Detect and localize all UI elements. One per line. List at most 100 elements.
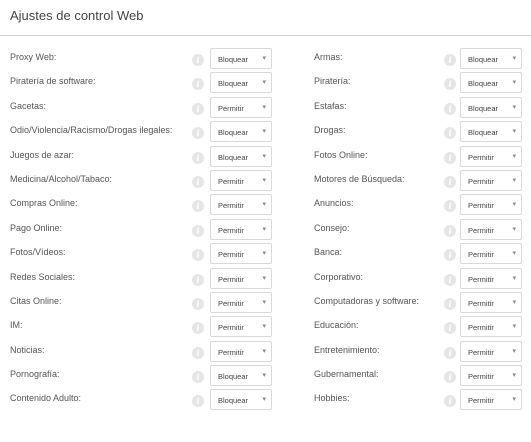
category-label: Motores de Búsqueda: <box>314 173 405 184</box>
category-setting-estafas: Estafas: i Bloquear ▾ <box>300 96 531 119</box>
category-label: Anuncios: <box>314 198 354 209</box>
chevron-down-icon: ▾ <box>512 323 516 331</box>
category-policy-select[interactable]: Permitir ▾ <box>210 340 272 362</box>
category-setting-pirateria-de-software: Piratería de software: i Bloquear ▾ <box>0 72 282 94</box>
info-icon[interactable]: i <box>444 395 456 408</box>
category-setting-citas-online: Citas Online: i Permitir ▾ <box>0 291 282 314</box>
category-policy-select[interactable]: Permitir ▾ <box>460 389 522 411</box>
category-policy-select[interactable]: Permitir ▾ <box>210 169 272 191</box>
category-label: Computadoras y software: <box>314 295 420 306</box>
category-setting-fotos-online: Fotos Online: i Permitir ▾ <box>300 145 531 168</box>
settings-row: IM: i Permitir ▾ Educación: i Permitir ▾ <box>0 316 531 340</box>
category-label: Citas Online: <box>10 295 62 306</box>
category-policy-select[interactable]: Bloquear ▾ <box>460 48 522 69</box>
info-icon[interactable]: i <box>444 127 456 140</box>
category-policy-select[interactable]: Permitir ▾ <box>210 267 272 289</box>
info-icon[interactable]: i <box>444 371 456 384</box>
policy-value: Permitir <box>218 274 244 284</box>
info-icon[interactable]: i <box>192 371 204 384</box>
category-policy-select[interactable]: Permitir ▾ <box>460 316 522 338</box>
info-icon[interactable]: i <box>192 297 204 310</box>
category-setting-educacion: Educación: i Permitir ▾ <box>300 316 531 338</box>
category-policy-select[interactable]: Bloquear ▾ <box>210 72 272 94</box>
info-icon[interactable]: i <box>444 273 456 286</box>
chevron-down-icon: ▾ <box>262 152 266 160</box>
category-policy-select[interactable]: Bloquear ▾ <box>210 145 272 167</box>
category-policy-select[interactable]: Bloquear ▾ <box>210 389 272 411</box>
info-icon[interactable]: i <box>192 346 204 359</box>
info-icon[interactable]: i <box>192 224 204 237</box>
category-policy-select[interactable]: Bloquear ▾ <box>460 121 522 143</box>
category-policy-select[interactable]: Bloquear ▾ <box>460 96 522 118</box>
category-policy-select[interactable]: Bloquear ▾ <box>210 365 272 387</box>
policy-value: Permitir <box>468 396 494 406</box>
policy-value: Permitir <box>218 250 244 260</box>
category-setting-compras-online: Compras Online: i Permitir ▾ <box>0 194 282 216</box>
settings-row: Proxy Web: i Bloquear ▾ Armas: i Bloquear ▾ <box>0 48 531 72</box>
info-icon[interactable]: i <box>192 273 204 286</box>
info-icon[interactable]: i <box>444 322 456 335</box>
category-policy-select[interactable]: Permitir ▾ <box>460 145 522 167</box>
category-policy-select[interactable]: Permitir ▾ <box>210 218 272 240</box>
chevron-down-icon: ▾ <box>512 79 516 87</box>
category-setting-juegos-de-azar: Juegos de azar: i Bloquear ▾ <box>0 145 282 168</box>
info-icon[interactable]: i <box>192 54 204 66</box>
info-icon[interactable]: i <box>192 175 204 188</box>
category-policy-select[interactable]: Bloquear ▾ <box>210 121 272 143</box>
category-policy-select[interactable]: Permitir ▾ <box>460 340 522 362</box>
info-icon[interactable]: i <box>192 249 204 262</box>
category-policy-select[interactable]: Permitir ▾ <box>210 243 272 265</box>
policy-value: Permitir <box>218 225 244 235</box>
info-icon[interactable]: i <box>192 102 204 115</box>
policy-value: Bloquear <box>468 128 499 138</box>
info-icon[interactable]: i <box>444 151 456 164</box>
chevron-down-icon: ▾ <box>512 250 516 258</box>
category-policy-select[interactable]: Permitir ▾ <box>210 291 272 313</box>
category-label: Consejo: <box>314 222 350 233</box>
info-icon[interactable]: i <box>192 322 204 335</box>
category-policy-select[interactable]: Permitir ▾ <box>460 194 522 216</box>
info-icon[interactable]: i <box>444 346 456 359</box>
info-icon[interactable]: i <box>444 297 456 310</box>
category-policy-select[interactable]: Permitir ▾ <box>210 316 272 338</box>
settings-row: Pornografía: i Bloquear ▾ Gubernamental: i Per… <box>0 365 531 389</box>
category-grid: Proxy Web: i Bloquear ▾ Armas: i Bloquear ▾ Pira… <box>0 48 531 414</box>
title-divider <box>0 35 531 36</box>
info-icon[interactable]: i <box>192 78 204 91</box>
category-label: Armas: <box>314 52 343 62</box>
category-policy-select[interactable]: Bloquear ▾ <box>460 72 522 94</box>
category-label: Corporativo: <box>314 271 364 282</box>
category-setting-noticias: Noticias: i Permitir ▾ <box>0 340 282 363</box>
info-icon[interactable]: i <box>444 78 456 91</box>
web-control-settings-panel: Ajustes de control Web Proxy Web: i Bloque… <box>0 0 531 442</box>
category-policy-select[interactable]: Permitir ▾ <box>460 291 522 313</box>
category-label: Fotos/Vídeos: <box>10 247 66 258</box>
info-icon[interactable]: i <box>444 175 456 188</box>
panel-title: Ajustes de control Web <box>10 8 144 23</box>
info-icon[interactable]: i <box>192 151 204 164</box>
category-setting-computadoras-y-software: Computadoras y software: i Permitir ▾ <box>300 291 531 314</box>
policy-value: Permitir <box>468 298 494 308</box>
settings-row: Gacetas: i Permitir ▾ Estafas: i Bloquear ▾ <box>0 96 531 121</box>
info-icon[interactable]: i <box>444 102 456 115</box>
category-policy-select[interactable]: Permitir ▾ <box>460 218 522 240</box>
category-policy-select[interactable]: Bloquear ▾ <box>210 48 272 69</box>
category-policy-select[interactable]: Permitir ▾ <box>460 169 522 191</box>
chevron-down-icon: ▾ <box>512 274 516 282</box>
category-policy-select[interactable]: Permitir ▾ <box>210 96 272 118</box>
info-icon[interactable]: i <box>444 224 456 237</box>
category-policy-select[interactable]: Permitir ▾ <box>460 267 522 289</box>
category-policy-select[interactable]: Permitir ▾ <box>210 194 272 216</box>
category-label: Educación: <box>314 320 359 331</box>
category-policy-select[interactable]: Permitir ▾ <box>460 365 522 387</box>
info-icon[interactable]: i <box>444 249 456 262</box>
chevron-down-icon: ▾ <box>262 274 266 282</box>
info-icon[interactable]: i <box>192 200 204 213</box>
info-icon[interactable]: i <box>444 54 456 66</box>
info-icon[interactable]: i <box>192 127 204 140</box>
info-icon[interactable]: i <box>192 395 204 408</box>
settings-row: Juegos de azar: i Bloquear ▾ Fotos Online: i P… <box>0 145 531 170</box>
policy-value: Permitir <box>468 176 494 186</box>
info-icon[interactable]: i <box>444 200 456 213</box>
category-policy-select[interactable]: Permitir ▾ <box>460 243 522 265</box>
